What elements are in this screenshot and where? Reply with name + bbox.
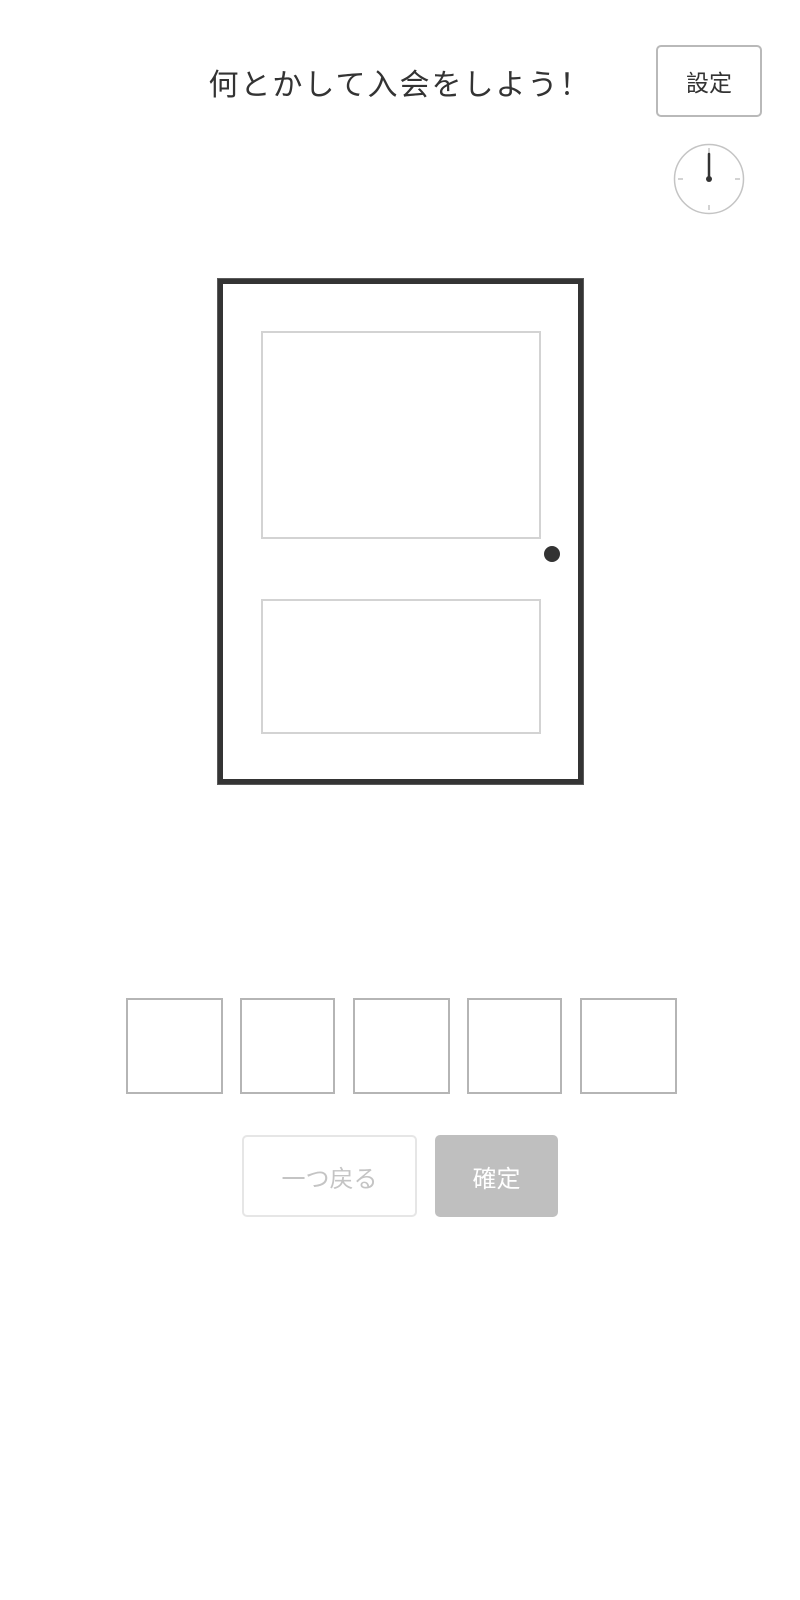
code-slot-3[interactable]	[353, 998, 450, 1094]
door-knob[interactable]	[544, 546, 560, 562]
code-slot-4[interactable]	[467, 998, 562, 1094]
settings-button[interactable]: 設定	[656, 45, 762, 117]
code-input	[126, 998, 677, 1094]
confirm-button[interactable]: 確定	[435, 1135, 558, 1217]
code-slot-1[interactable]	[126, 998, 223, 1094]
door-lower-panel	[261, 599, 541, 734]
code-slot-5[interactable]	[580, 998, 677, 1094]
door	[218, 279, 583, 784]
door-upper-panel	[261, 331, 541, 539]
back-button[interactable]: 一つ戻る	[242, 1135, 417, 1217]
code-slot-2[interactable]	[240, 998, 335, 1094]
clock-icon	[673, 143, 745, 215]
